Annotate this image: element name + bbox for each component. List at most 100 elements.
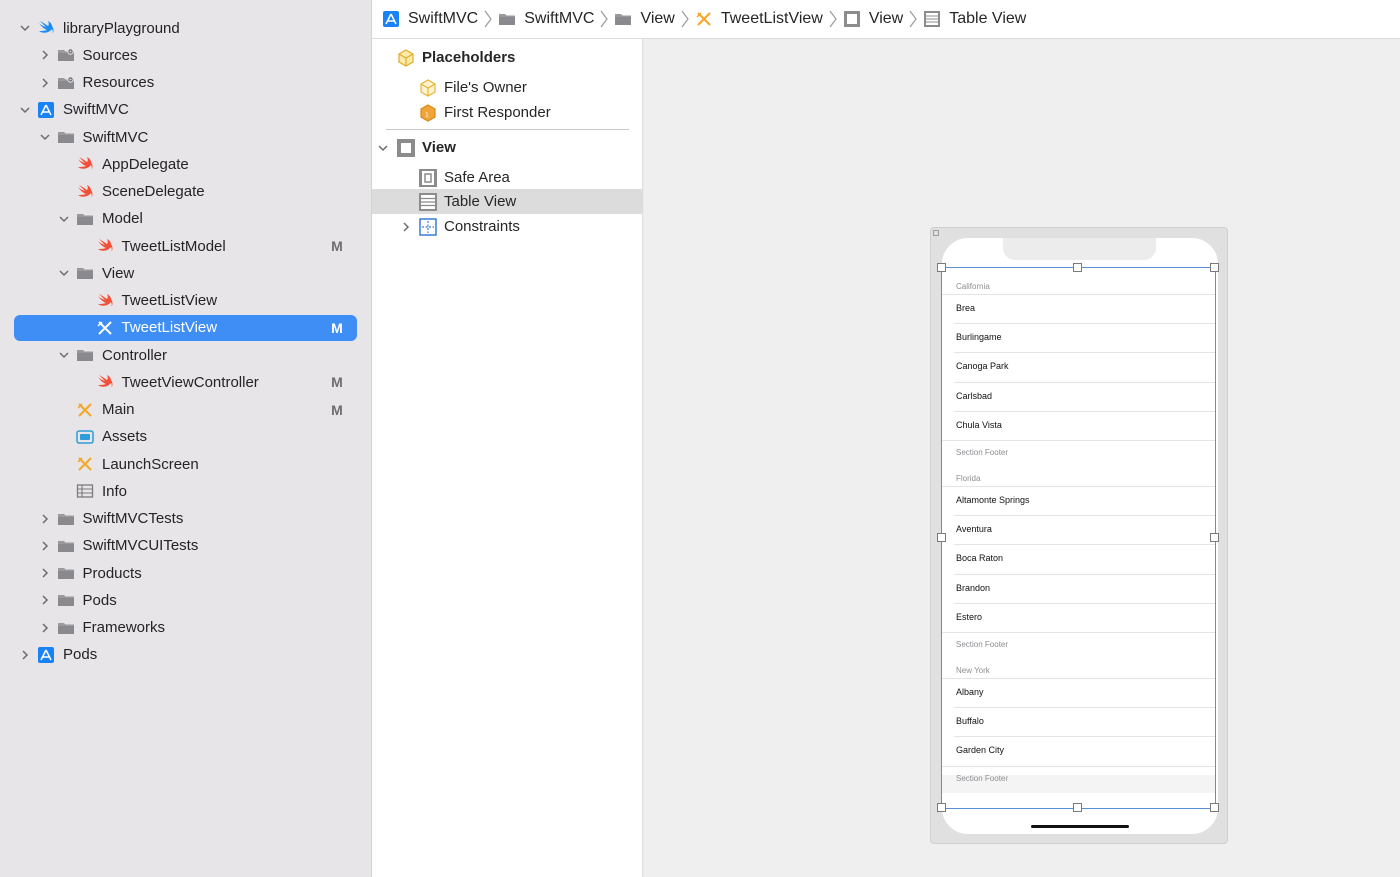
navigator-item[interactable]: Pods (14, 587, 357, 613)
outline-first-responder[interactable]: 1 First Responder (372, 100, 643, 125)
breadcrumb-label: Table View (949, 10, 1027, 27)
outline-constraints[interactable]: Constraints (372, 214, 643, 239)
asset-catalog-icon (76, 429, 94, 445)
table-cell[interactable]: Brea (956, 303, 975, 313)
navigator-item[interactable]: SwiftMVC (14, 97, 357, 123)
navigator-item[interactable]: Frameworks (14, 615, 357, 641)
table-separator (942, 678, 1216, 679)
chevron-right-icon[interactable] (38, 539, 52, 553)
chevron-down-icon[interactable] (57, 348, 71, 362)
folder-gear-icon (57, 75, 75, 91)
table-cell[interactable]: Burlingame (956, 332, 1002, 342)
outline-divider (386, 129, 629, 130)
table-cell[interactable]: Canoga Park (956, 361, 1009, 371)
outline-files-owner[interactable]: File's Owner (372, 75, 643, 100)
breadcrumb-item[interactable]: View (843, 10, 903, 28)
table-cell[interactable]: Boca Raton (956, 553, 1003, 563)
table-cell[interactable]: Altamonte Springs (956, 495, 1030, 505)
chevron-down-icon[interactable] (376, 141, 390, 155)
scene-frame[interactable]: California Brea Burlingame Canoga Park Carls… (930, 227, 1228, 844)
navigator-item[interactable]: Main M (14, 397, 357, 423)
placeholder-cube-icon (396, 48, 416, 68)
navigator-item[interactable]: Model (14, 206, 357, 232)
navigator-item[interactable]: LaunchScreen (14, 451, 357, 477)
breadcrumb-item[interactable]: TweetListView (695, 10, 823, 28)
table-cell[interactable]: Chula Vista (956, 420, 1002, 430)
breadcrumb-item[interactable]: View (614, 10, 675, 28)
scene-dock-icon[interactable] (933, 230, 939, 236)
safe-area-icon (418, 168, 438, 188)
table-view-preview[interactable]: California Brea Burlingame Canoga Park Carls… (942, 268, 1216, 810)
table-section-footer: Section Footer (956, 448, 1009, 457)
document-outline: Placeholders File's Owner 1 First Respon… (372, 39, 643, 877)
chevron-right-icon[interactable] (38, 621, 52, 635)
navigator-item[interactable]: AppDelegate (14, 151, 357, 177)
chevron-down-icon[interactable] (18, 103, 32, 117)
table-separator (954, 573, 1216, 575)
table-cell[interactable]: Estero (956, 612, 982, 622)
outline-placeholders-header[interactable]: Placeholders (372, 45, 643, 70)
swift-playground-icon (37, 20, 55, 36)
navigator-item[interactable]: TweetListView M (14, 314, 357, 341)
breadcrumb-item[interactable]: Table View (923, 10, 1026, 28)
folder-icon (57, 565, 75, 581)
breadcrumb-item[interactable]: SwiftMVC (498, 10, 594, 28)
chevron-right-icon[interactable] (399, 220, 413, 234)
navigator-item-label: Assets (102, 428, 148, 446)
table-section-header: Florida (956, 474, 981, 483)
navigator-item[interactable]: View (14, 260, 357, 286)
chevron-down-icon[interactable] (57, 212, 71, 226)
view-icon (396, 138, 416, 158)
outline-view[interactable]: View (372, 135, 643, 160)
navigator-item[interactable]: TweetListModel M (14, 233, 357, 259)
folder-icon (57, 538, 75, 554)
navigator-item[interactable]: Controller (14, 342, 357, 368)
table-cell[interactable]: Aventura (956, 524, 992, 534)
outline-safe-area[interactable]: Safe Area (372, 165, 643, 190)
interface-builder-canvas[interactable]: California Brea Burlingame Canoga Park Carls… (644, 39, 1400, 877)
navigator-item[interactable]: SceneDelegate (14, 179, 357, 205)
navigator-item-label: TweetViewController (121, 373, 259, 391)
chevron-right-icon[interactable] (38, 566, 52, 580)
navigator-item[interactable]: SwiftMVCUITests (14, 533, 357, 559)
chevron-right-icon[interactable] (18, 648, 32, 662)
navigator-item[interactable]: SwiftMVC (14, 124, 357, 150)
outline-view-label: View (422, 139, 456, 156)
breadcrumb-label: View (868, 10, 904, 27)
breadcrumb-item[interactable]: SwiftMVC (382, 10, 478, 28)
table-cell[interactable]: Carlsbad (956, 391, 992, 401)
table-cell[interactable]: Buffalo (956, 716, 984, 726)
swift-file-icon (76, 156, 94, 172)
table-cell[interactable]: Brandon (956, 583, 990, 593)
table-separator (942, 632, 1216, 633)
chevron-right-icon[interactable] (38, 512, 52, 526)
navigator-item[interactable]: TweetListView (14, 288, 357, 314)
outline-constraints-label: Constraints (444, 218, 520, 235)
navigator-item[interactable]: Assets (14, 424, 357, 450)
navigator-item[interactable]: Resources (14, 70, 357, 96)
navigator-item[interactable]: Info (14, 478, 357, 504)
folder-icon (57, 129, 75, 145)
navigator-item[interactable]: Pods (14, 642, 357, 668)
chevron-right-icon[interactable] (38, 76, 52, 90)
home-indicator (1031, 825, 1129, 828)
navigator-item-label: Sources (82, 46, 138, 64)
chevron-right-icon[interactable] (38, 593, 52, 607)
chevron-right-icon[interactable] (38, 48, 52, 62)
navigator-item[interactable]: SwiftMVCTests (14, 506, 357, 532)
navigator-item[interactable]: libraryPlayground (14, 15, 357, 41)
table-separator (954, 736, 1216, 738)
table-cell[interactable]: Garden City (956, 745, 1004, 755)
chevron-down-icon[interactable] (57, 266, 71, 280)
navigator-item[interactable]: Products (14, 560, 357, 586)
outline-table-view[interactable]: Table View (372, 189, 643, 214)
navigator-item[interactable]: TweetViewController M (14, 369, 357, 395)
navigator-item-label: SwiftMVCUITests (82, 537, 199, 555)
chevron-down-icon[interactable] (38, 130, 52, 144)
breadcrumb-label: SwiftMVC (524, 10, 595, 27)
navigator-item-label: LaunchScreen (102, 455, 199, 473)
table-cell[interactable]: Albany (956, 687, 984, 697)
navigator-item[interactable]: Sources (14, 42, 357, 68)
chevron-down-icon[interactable] (18, 21, 32, 35)
